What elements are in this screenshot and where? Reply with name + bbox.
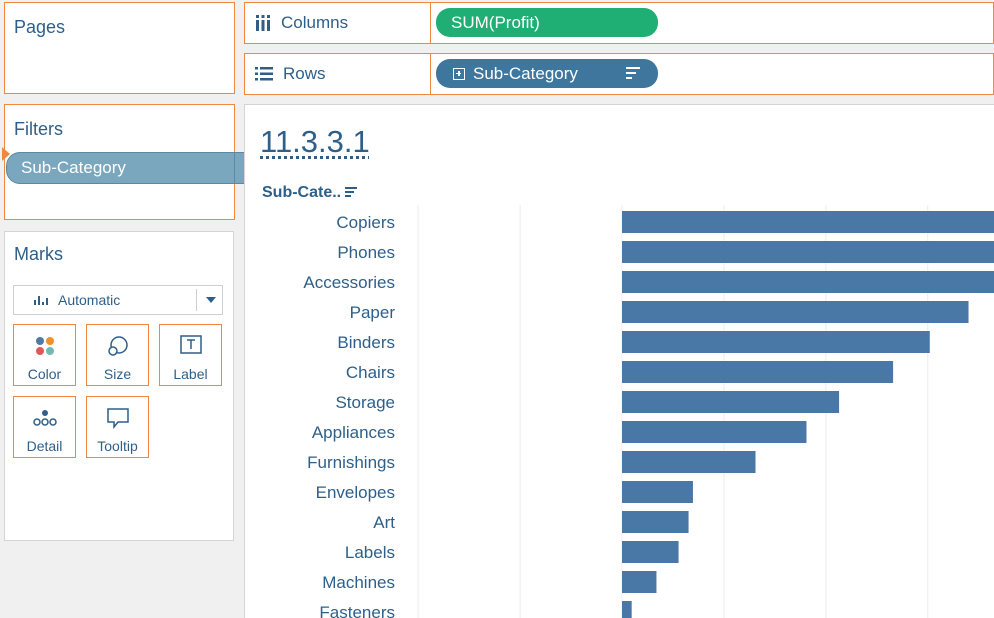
columns-icon	[256, 15, 270, 31]
bar-chart: Copiers Phones Accessories Paper Binders Chai…	[303, 205, 994, 618]
dropdown-divider	[196, 289, 197, 311]
category-label[interactable]: Fasteners	[319, 603, 395, 618]
category-label[interactable]: Machines	[322, 573, 395, 592]
bar[interactable]	[622, 271, 994, 293]
mark-type-dropdown[interactable]: Automatic	[13, 285, 223, 315]
bar[interactable]	[622, 241, 994, 263]
tooltip-icon	[106, 408, 129, 429]
bar[interactable]	[622, 601, 632, 618]
category-label[interactable]: Chairs	[346, 363, 395, 382]
bar[interactable]	[622, 481, 693, 503]
sum-profit-pill[interactable]: SUM(Profit)	[436, 8, 658, 37]
bar[interactable]	[622, 421, 807, 443]
bar[interactable]	[622, 301, 969, 323]
color-icon	[35, 337, 54, 355]
bar[interactable]	[622, 331, 930, 353]
pill-divider	[234, 153, 235, 183]
mark-type-value: Automatic	[58, 292, 121, 308]
tooltip-label: Tooltip	[97, 438, 138, 454]
row-header[interactable]: Sub-Cate..	[262, 184, 358, 202]
detail-label: Detail	[26, 438, 63, 454]
bar[interactable]	[622, 541, 679, 563]
category-label[interactable]: Phones	[337, 243, 395, 262]
label-button[interactable]: Label	[159, 324, 222, 386]
marks-card: Marks	[4, 231, 234, 541]
chevron-down-icon[interactable]	[206, 297, 216, 303]
bar[interactable]	[622, 511, 689, 533]
category-label[interactable]: Copiers	[336, 213, 395, 232]
filter-pill-label: Sub-Category	[21, 158, 126, 177]
rows-icon	[255, 67, 273, 81]
bar[interactable]	[622, 391, 840, 413]
sort-descending-icon[interactable]	[626, 67, 640, 82]
category-label[interactable]: Art	[373, 513, 395, 532]
detail-icon	[32, 410, 57, 426]
row-header-label: Sub-Cate..	[262, 184, 342, 201]
marks-title: Marks	[14, 244, 63, 264]
text-label-icon	[179, 335, 202, 354]
rows-label-text: Rows	[283, 64, 326, 83]
sub-category-label: Sub-Category	[473, 63, 578, 83]
color-label: Color	[27, 366, 62, 382]
sheet-title[interactable]: 11.3.3.1	[260, 124, 370, 160]
category-label[interactable]: Furnishings	[307, 453, 395, 472]
columns-label-text: Columns	[281, 13, 349, 32]
sort-icon[interactable]	[345, 187, 358, 199]
bar[interactable]	[622, 361, 894, 383]
size-label: Size	[103, 366, 132, 382]
detail-button[interactable]: Detail	[13, 396, 76, 458]
size-icon	[107, 336, 128, 356]
category-label[interactable]: Paper	[350, 303, 396, 322]
category-label[interactable]: Envelopes	[316, 483, 395, 502]
category-label[interactable]: Binders	[337, 333, 395, 352]
size-button[interactable]: Size	[86, 324, 149, 386]
sub-category-pill[interactable]: Sub-Category	[436, 59, 658, 88]
label-label: Label	[173, 366, 208, 382]
rows-shelf-label: Rows	[245, 54, 431, 94]
columns-shelf-label: Columns	[245, 3, 431, 43]
color-button[interactable]: Color	[13, 324, 76, 386]
bar[interactable]	[622, 451, 756, 473]
tooltip-button[interactable]: Tooltip	[86, 396, 149, 458]
category-label[interactable]: Appliances	[312, 423, 395, 442]
category-label[interactable]: Storage	[335, 393, 395, 412]
filters-title: Filters	[14, 119, 63, 139]
category-label[interactable]: Accessories	[303, 273, 395, 292]
category-label[interactable]: Labels	[345, 543, 395, 562]
pages-title: Pages	[14, 17, 66, 37]
sum-profit-label: SUM(Profit)	[451, 12, 540, 32]
bar[interactable]	[622, 571, 657, 593]
pages-card[interactable]: Pages	[4, 2, 235, 94]
bar-chart-icon	[34, 295, 48, 305]
bar[interactable]	[622, 211, 994, 233]
expand-icon[interactable]	[453, 67, 465, 80]
